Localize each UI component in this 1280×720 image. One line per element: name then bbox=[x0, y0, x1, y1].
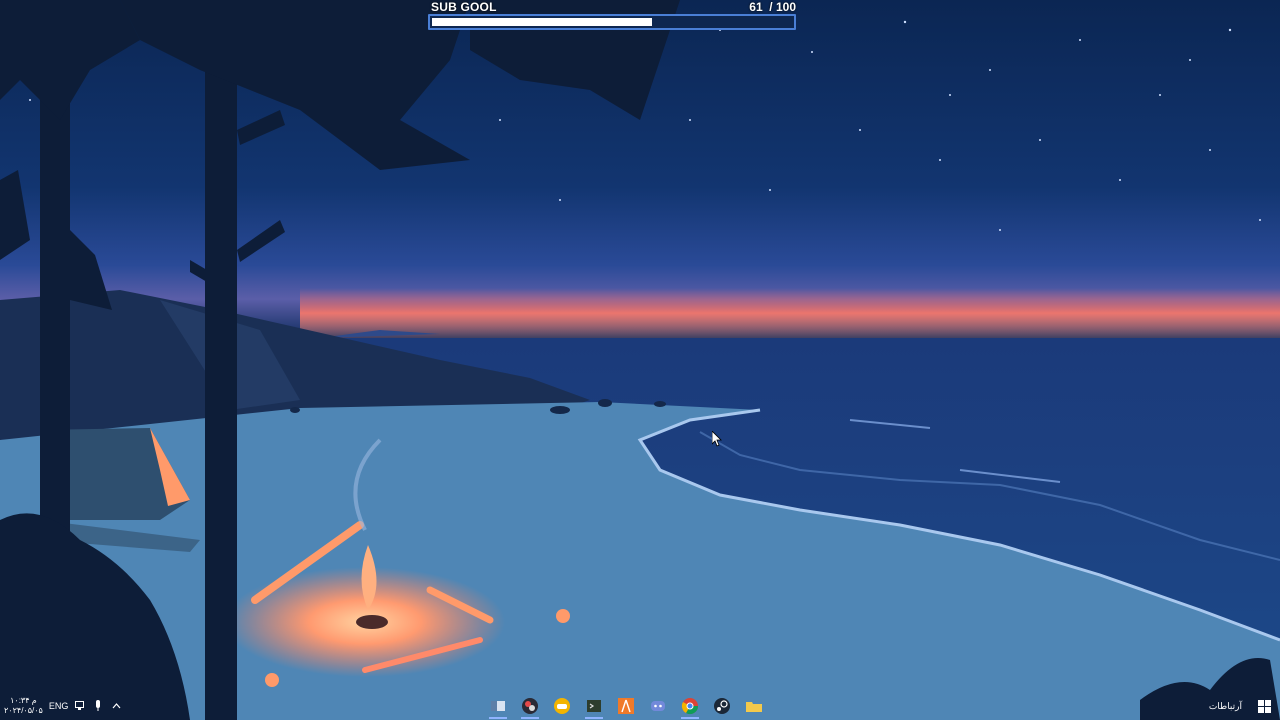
terminal-icon[interactable] bbox=[582, 693, 606, 719]
sub-goal-progress-bar bbox=[428, 14, 796, 30]
sub-goal-count: 61 / 100 bbox=[749, 0, 796, 14]
clock-date: ۲۰۲۴/۰۵/۰۵ bbox=[4, 706, 43, 715]
obs-studio-icon[interactable] bbox=[518, 693, 542, 719]
network-icon[interactable] bbox=[74, 700, 86, 712]
game-controller-icon[interactable] bbox=[550, 693, 574, 719]
clock[interactable]: ۱۰:۳۴ م ۲۰۲۴/۰۵/۰۵ bbox=[4, 696, 43, 716]
taskbar: ۱۰:۳۴ م ۲۰۲۴/۰۵/۰۵ ENG آرتباطات bbox=[0, 692, 1280, 720]
language-indicator[interactable]: ENG bbox=[49, 701, 69, 711]
discord-icon[interactable] bbox=[646, 693, 670, 719]
sub-goal-widget: SUB GOOL 61 / 100 bbox=[428, 0, 798, 34]
steam-icon[interactable] bbox=[710, 693, 734, 719]
pinned-apps bbox=[486, 692, 766, 720]
system-tray: ۱۰:۳۴ م ۲۰۲۴/۰۵/۰۵ ENG bbox=[4, 692, 122, 720]
folder-icon[interactable] bbox=[742, 693, 766, 719]
sub-goal-progress-fill bbox=[432, 18, 652, 26]
microphone-icon[interactable] bbox=[92, 700, 104, 712]
mouse-cursor-icon bbox=[712, 431, 722, 447]
sub-goal-label: SUB GOOL bbox=[431, 0, 497, 14]
adobe-acrobat-icon[interactable] bbox=[614, 693, 638, 719]
desktop-wallpaper bbox=[0, 0, 1280, 720]
sub-goal-current: 61 bbox=[749, 0, 763, 14]
search-label[interactable]: آرتباطات bbox=[1209, 701, 1242, 712]
taskbar-right: آرتباطات bbox=[1209, 692, 1272, 720]
chevron-up-icon[interactable] bbox=[110, 700, 122, 712]
windows-start-icon[interactable] bbox=[1256, 698, 1272, 714]
file-explorer-icon[interactable] bbox=[486, 693, 510, 719]
clock-time: ۱۰:۳۴ م bbox=[10, 696, 37, 705]
sub-goal-total: / 100 bbox=[769, 0, 796, 14]
chrome-icon[interactable] bbox=[678, 693, 702, 719]
